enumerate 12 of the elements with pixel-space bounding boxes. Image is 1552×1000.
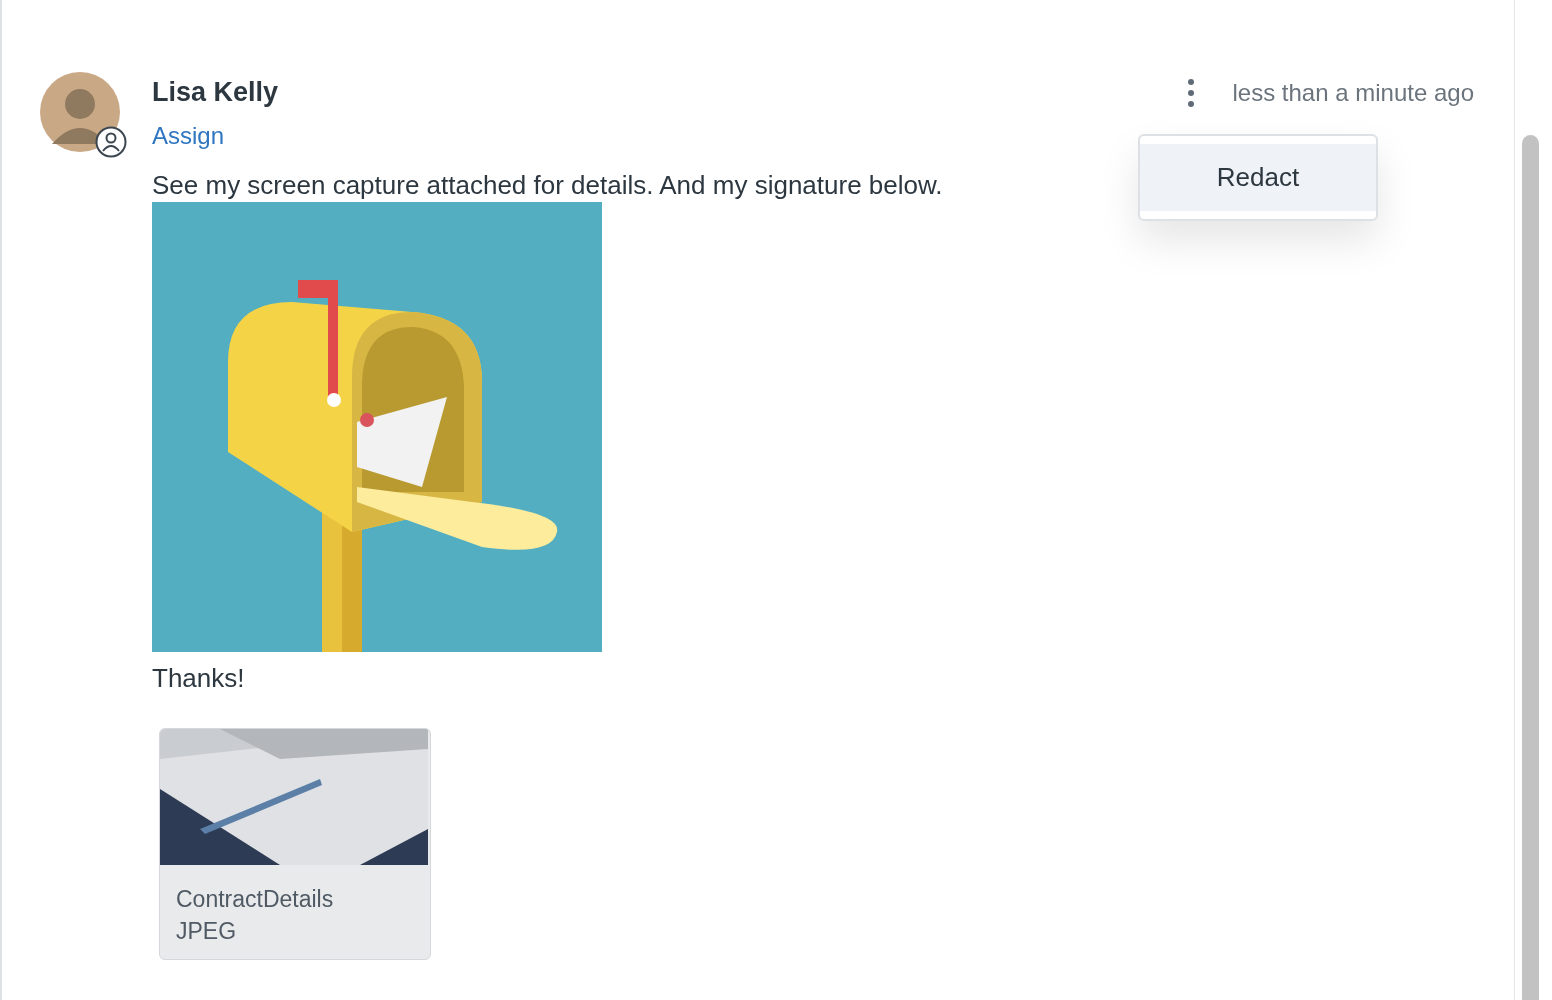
closing-text: Thanks! <box>152 662 246 694</box>
timestamp: less than a minute ago <box>1232 79 1474 107</box>
file-type: JPEG <box>176 917 238 946</box>
more-options-icon[interactable] <box>1186 78 1195 108</box>
assign-link[interactable]: Assign <box>152 122 279 150</box>
attachment-card[interactable]: ContractDetails JPEG <box>159 728 431 960</box>
author-name: Lisa Kelly <box>152 76 279 109</box>
scrollbar-thumb[interactable] <box>1522 135 1539 1000</box>
person-icon <box>95 126 127 158</box>
file-name: ContractDetails <box>176 885 335 914</box>
menu-item[interactable]: Redact <box>1140 144 1376 211</box>
comment-text: See my screen capture attached for details. And my signature below. <box>152 170 943 200</box>
